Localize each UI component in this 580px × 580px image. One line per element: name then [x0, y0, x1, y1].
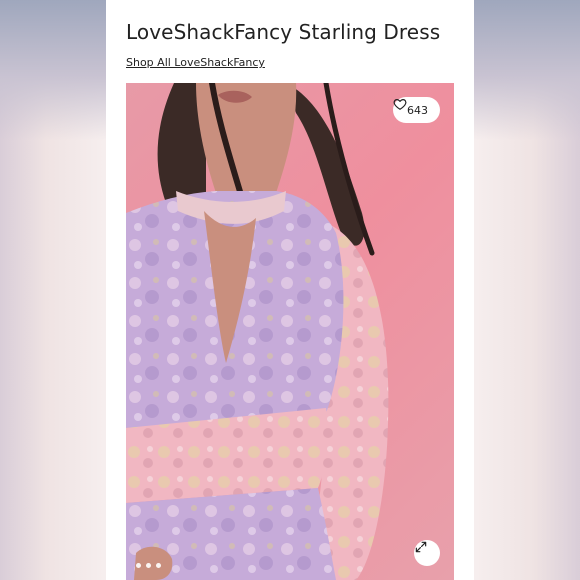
product-photo[interactable]: 643	[126, 83, 454, 580]
listing-title: LoveShackFancy Starling Dress	[126, 20, 441, 44]
carousel-dot[interactable]	[146, 563, 151, 568]
carousel-dots	[136, 563, 161, 568]
listing-card: LoveShackFancy Starling Dress Shop All L…	[106, 0, 474, 580]
like-count: 643	[407, 103, 428, 117]
dress-illustration	[126, 83, 389, 580]
carousel-dot[interactable]	[136, 563, 141, 568]
like-button[interactable]: 643	[393, 97, 440, 123]
carousel-dot[interactable]	[156, 563, 161, 568]
expand-icon	[415, 541, 427, 553]
heart-icon	[393, 99, 407, 110]
shop-all-brand-link[interactable]: Shop All LoveShackFancy	[126, 56, 265, 69]
expand-button[interactable]	[414, 540, 440, 566]
